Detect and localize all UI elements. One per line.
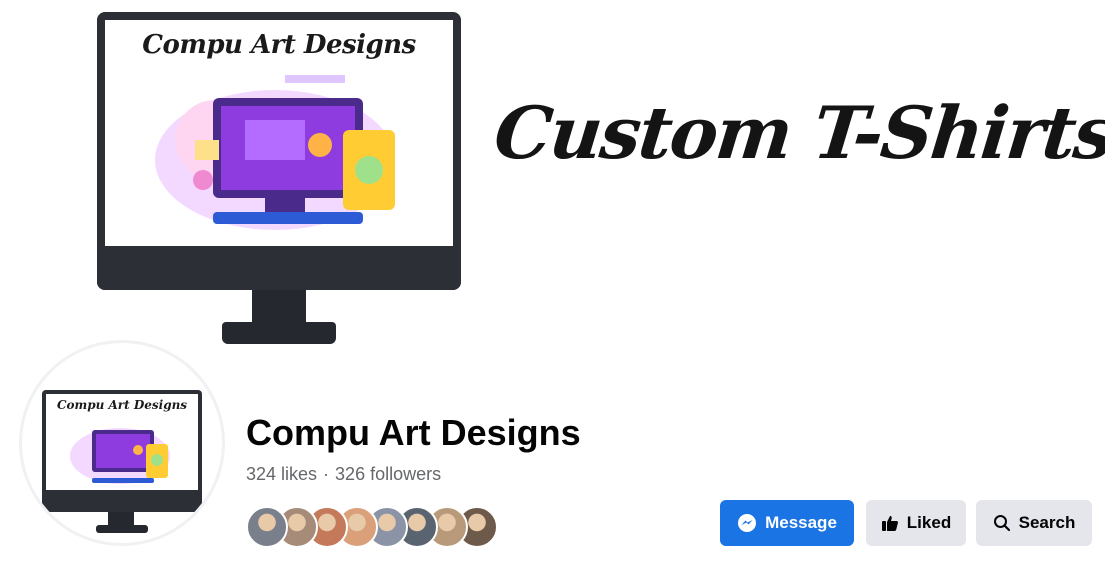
thumbs-up-icon [881, 516, 898, 531]
search-button-label: Search [1018, 513, 1076, 532]
cover-tagline: Custom T-Shirts [490, 90, 1105, 175]
profile-monitor-base [96, 525, 148, 533]
monitor-screen: Compu Art Designs [105, 20, 453, 246]
designer-illustration [155, 75, 395, 230]
monitor-stand [252, 290, 306, 324]
profile-picture[interactable]: Compu Art Designs [19, 340, 225, 546]
liked-button-label: Liked [906, 513, 952, 532]
profile-designer-illustration [70, 428, 170, 484]
monitor-chin [97, 246, 461, 290]
search-button[interactable]: Search [976, 500, 1092, 546]
messenger-icon [738, 514, 757, 532]
cover-monitor-illustration: Compu Art Designs [97, 12, 461, 290]
friend-avatars[interactable] [246, 506, 536, 548]
monitor-base [222, 322, 336, 344]
likes-count[interactable]: 324 likes [246, 464, 317, 484]
cover-photo[interactable]: Compu Art Designs Custom T-Shirts [0, 0, 1105, 350]
profile-monitor-illustration: Compu Art Designs [42, 390, 202, 512]
stats-separator: · [323, 464, 330, 484]
message-button[interactable]: Message [720, 500, 854, 546]
liked-button[interactable]: Liked [866, 500, 966, 546]
followers-count[interactable]: 326 followers [335, 464, 441, 484]
friend-avatar[interactable] [246, 506, 288, 548]
page-title: Compu Art Designs [246, 412, 581, 453]
page-stats: 324 likes · 326 followers [246, 464, 441, 485]
profile-monitor-screen: Compu Art Designs [46, 394, 198, 490]
message-button-label: Message [765, 513, 837, 532]
profile-monitor-stand [108, 512, 134, 526]
search-icon [993, 515, 1010, 532]
